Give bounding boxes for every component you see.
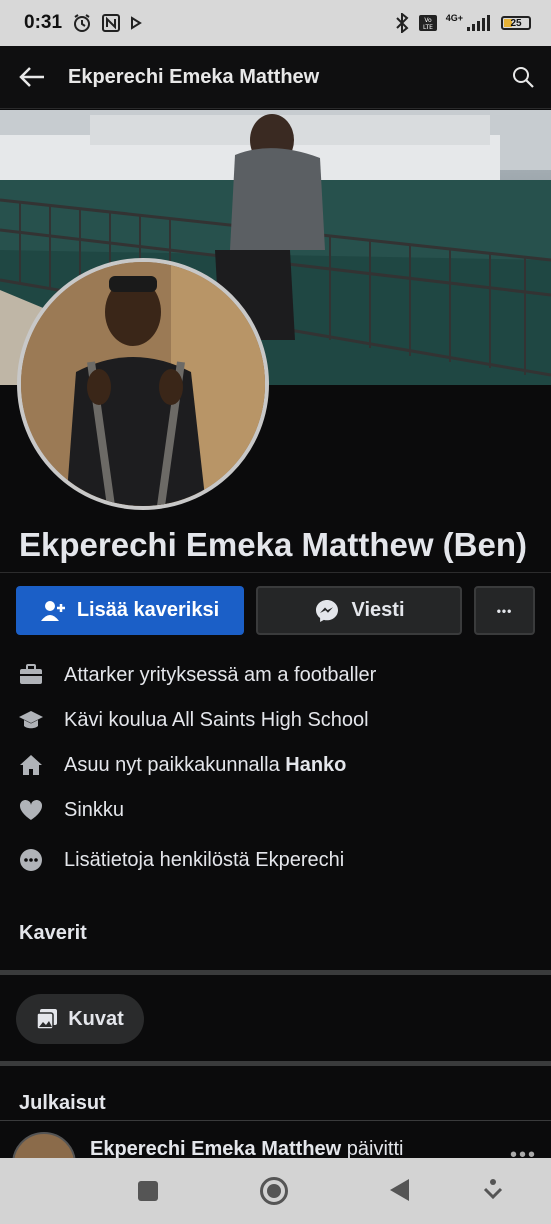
friends-section-title[interactable]: Kaverit (19, 922, 87, 945)
about-more-text: Lisätietoja henkilöstä Ekperechi (64, 848, 345, 871)
circle-icon (260, 1177, 288, 1205)
message-label: Viesti (351, 599, 405, 621)
more-horizontal-icon: ••• (496, 603, 513, 618)
about-education-text: Kävi koulua All Saints High School (64, 708, 369, 731)
status-time: 0:31 (24, 12, 63, 33)
app-bar-title: Ekperechi Emeka Matthew (68, 65, 320, 88)
system-navigation-bar (0, 1158, 551, 1224)
svg-text:Vo: Vo (424, 17, 432, 24)
section-separator (0, 970, 551, 975)
divider (0, 572, 551, 573)
post-action: päivitti (341, 1138, 404, 1160)
battery-level: 25 (510, 17, 522, 29)
about-row-location: Asuu nyt paikkakunnalla Hanko (18, 753, 346, 777)
post-header: Ekperechi Emeka Matthew päivitti ••• (0, 1124, 551, 1160)
status-bar: 0:31 Vo LTE 4G+ 25 (0, 0, 551, 46)
section-separator (0, 1061, 551, 1066)
recents-button[interactable] (137, 1180, 159, 1202)
chevron-down-icon (483, 1179, 503, 1200)
about-location-text: Asuu nyt paikkakunnalla (64, 753, 286, 776)
alarm-icon (74, 14, 91, 32)
svg-text:LTE: LTE (423, 24, 433, 31)
profile-picture[interactable] (17, 258, 269, 510)
triangle-back-icon (390, 1179, 409, 1201)
photos-chip-label: Kuvat (68, 1007, 124, 1030)
hide-nav-button[interactable] (483, 1178, 503, 1202)
posts-section-title: Julkaisut (19, 1092, 106, 1114)
back-button[interactable] (18, 65, 46, 89)
nfc-icon (102, 14, 121, 32)
app-bar: Ekperechi Emeka Matthew (0, 46, 551, 109)
profile-name: Ekperechi Emeka Matthew (Ben) (19, 526, 527, 563)
more-circle-icon (18, 848, 44, 872)
about-location-city[interactable]: Hanko (285, 754, 346, 777)
post-avatar[interactable] (12, 1132, 76, 1160)
add-person-icon (40, 600, 65, 621)
post-author[interactable]: Ekperechi Emeka Matthew (90, 1138, 341, 1160)
about-row-relationship: Sinkku (18, 798, 124, 822)
about-work-text: Attarker yrityksessä am a footballer (64, 663, 377, 686)
volte-icon: VoLTE (418, 15, 437, 31)
back-nav-button[interactable] (388, 1178, 410, 1202)
play-icon (131, 16, 142, 30)
search-icon (513, 67, 534, 88)
about-row-work: Attarker yrityksessä am a footballer (18, 663, 376, 687)
home-icon (18, 753, 44, 777)
home-nav-button[interactable] (259, 1176, 289, 1206)
add-friend-label: Lisää kaveriksi (76, 599, 220, 621)
about-relationship-text: Sinkku (64, 798, 125, 821)
message-button[interactable]: Viesti (256, 586, 462, 635)
graduation-cap-icon (18, 708, 44, 732)
more-options-button[interactable]: ••• (474, 586, 535, 635)
heart-icon (18, 798, 44, 822)
about-row-education: Kävi koulua All Saints High School (18, 708, 369, 732)
briefcase-icon (18, 663, 44, 687)
divider (0, 1120, 551, 1121)
square-icon (138, 1181, 158, 1201)
arrow-left-icon (19, 67, 44, 87)
search-button[interactable] (511, 65, 535, 89)
signal-icon (467, 15, 490, 31)
add-friend-button[interactable]: Lisää kaveriksi (16, 586, 244, 635)
photos-icon (36, 1009, 58, 1030)
photos-chip[interactable]: Kuvat (16, 994, 144, 1044)
network-type: 4G+ (445, 13, 463, 23)
about-row-more[interactable]: Lisätietoja henkilöstä Ekperechi (18, 848, 344, 872)
bluetooth-icon (396, 13, 409, 33)
battery-icon: 25 (501, 16, 531, 30)
post-header-text: Ekperechi Emeka Matthew päivitti (90, 1138, 403, 1160)
messenger-icon (315, 599, 338, 622)
